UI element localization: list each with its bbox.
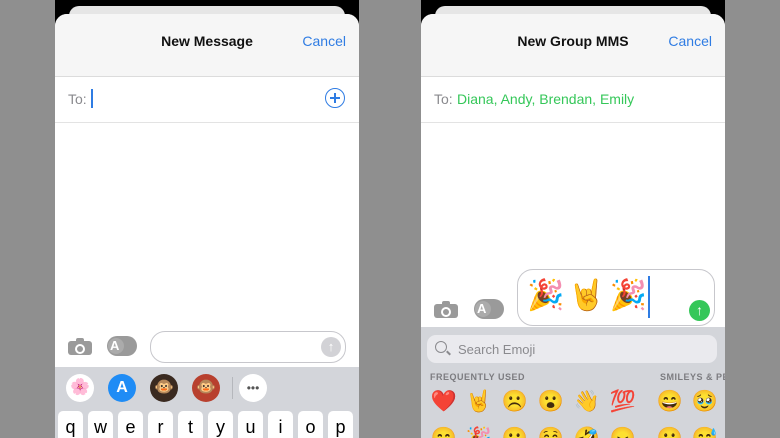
photos-icon[interactable]: 🌸 — [66, 374, 94, 402]
cancel-button[interactable]: Cancel — [668, 33, 712, 49]
emoji-key[interactable]: 🎉 — [463, 424, 495, 438]
key-t[interactable]: t — [178, 411, 203, 438]
camera-icon[interactable] — [434, 301, 458, 318]
search-icon — [435, 341, 447, 353]
emoji-key[interactable]: 😄 — [428, 424, 460, 438]
app-strip: 🌸 A 🐵 🐵 ••• — [55, 367, 359, 407]
to-field[interactable]: To: — [55, 76, 359, 123]
emoji-key[interactable]: 🤣 — [571, 424, 603, 438]
emoji-key[interactable]: 😄 — [654, 387, 686, 417]
memoji-sticker-icon[interactable]: 🐵 — [192, 374, 220, 402]
send-arrow-icon[interactable]: ↑ — [689, 300, 710, 321]
app-store-icon[interactable]: A — [474, 299, 504, 319]
camera-icon[interactable] — [68, 338, 92, 355]
keyboard: q w e r t y u i o p — [55, 407, 359, 438]
emoji-key[interactable]: 🥹 — [689, 387, 721, 417]
emoji-keyboard: Search Emoji FREQUENTLY USED SMILEYS & P… — [421, 327, 725, 438]
emoji-key[interactable]: 😠 — [607, 424, 639, 438]
key-w[interactable]: w — [88, 411, 113, 438]
message-text: 🎉🤘🎉 — [527, 279, 652, 312]
divider — [232, 377, 233, 399]
message-input[interactable]: 🎉🤘🎉 ↑ — [517, 269, 715, 326]
category-frequently-used: FREQUENTLY USED — [430, 372, 526, 382]
text-cursor — [91, 89, 93, 108]
to-field[interactable]: To: Diana, Andy, Brendan, Emily — [421, 76, 725, 123]
emoji-key[interactable]: 😀 — [654, 424, 686, 438]
nav-bar: New Message Cancel — [55, 14, 359, 77]
emoji-key[interactable]: 😚 — [535, 424, 567, 438]
key-o[interactable]: o — [298, 411, 323, 438]
emoji-key[interactable]: 😮 — [535, 387, 567, 417]
emoji-key[interactable]: ☹️ — [499, 387, 531, 417]
nav-bar: New Group MMS Cancel — [421, 14, 725, 77]
key-i[interactable]: i — [268, 411, 293, 438]
key-y[interactable]: y — [208, 411, 233, 438]
emoji-key[interactable]: 🤘 — [463, 387, 495, 417]
app-store-strip-icon[interactable]: A — [108, 374, 136, 402]
recipient-list[interactable]: Diana, Andy, Brendan, Emily — [457, 91, 634, 107]
add-contact-plus-circle-icon[interactable] — [325, 88, 345, 108]
category-smileys: SMILEYS & PE — [660, 372, 725, 382]
more-apps-icon[interactable]: ••• — [239, 374, 267, 402]
key-r[interactable]: r — [148, 411, 173, 438]
key-u[interactable]: u — [238, 411, 263, 438]
message-input[interactable]: ↑ — [150, 331, 346, 363]
send-arrow-icon[interactable]: ↑ — [321, 337, 341, 357]
emoji-key[interactable]: 😕 — [499, 424, 531, 438]
emoji-key[interactable]: 👋 — [571, 387, 603, 417]
memoji-icon[interactable]: 🐵 — [150, 374, 178, 402]
to-label: To: — [68, 91, 87, 107]
emoji-key[interactable]: 💯 — [607, 387, 639, 417]
new-message-screen: New Message Cancel To: A ↑ 🌸 A 🐵 🐵 ••• q… — [55, 0, 359, 438]
emoji-search-input[interactable]: Search Emoji — [427, 335, 717, 363]
text-cursor — [648, 276, 650, 318]
emoji-search-placeholder: Search Emoji — [458, 342, 536, 357]
key-e[interactable]: e — [118, 411, 143, 438]
emoji-key[interactable]: 😅 — [689, 424, 721, 438]
new-group-mms-screen: New Group MMS Cancel To: Diana, Andy, Br… — [421, 0, 725, 438]
cancel-button[interactable]: Cancel — [302, 33, 346, 49]
app-store-icon[interactable]: A — [107, 336, 137, 356]
key-p[interactable]: p — [328, 411, 353, 438]
compose-sheet: New Message Cancel To: A ↑ 🌸 A 🐵 🐵 ••• q… — [55, 14, 359, 438]
emoji-key[interactable]: ❤️ — [428, 387, 460, 417]
to-label: To: — [434, 91, 453, 107]
key-q[interactable]: q — [58, 411, 83, 438]
compose-sheet: New Group MMS Cancel To: Diana, Andy, Br… — [421, 14, 725, 438]
